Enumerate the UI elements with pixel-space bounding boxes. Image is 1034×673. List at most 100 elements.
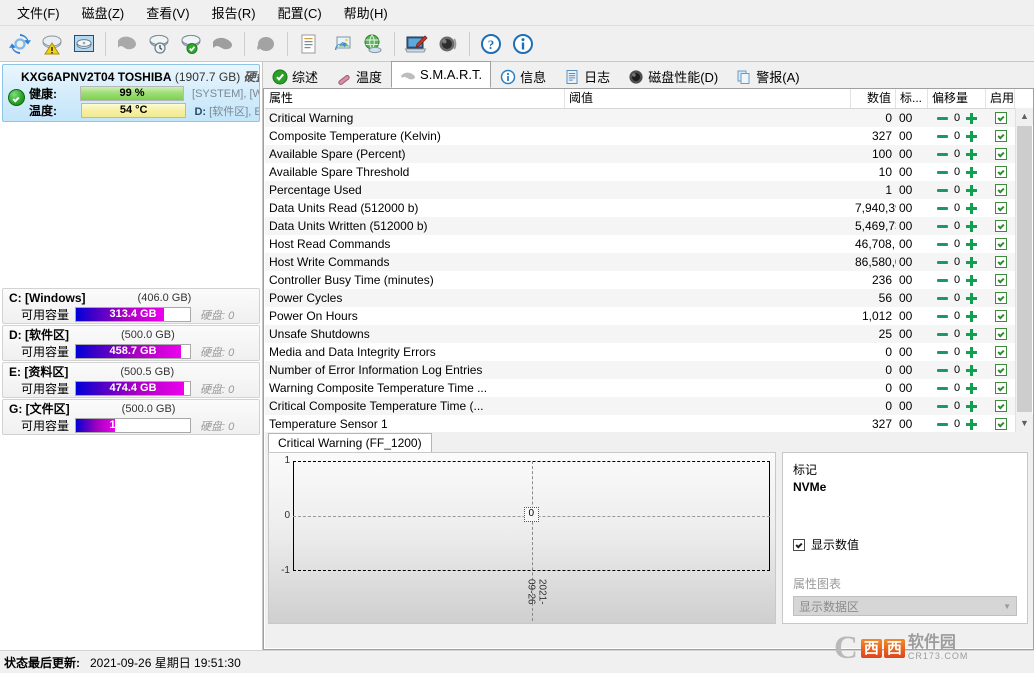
disk-summary-card[interactable]: KXG6APNV2T04 TOSHIBA (1907.7 GB) 硬盘 健康: … <box>2 64 260 122</box>
offset-decrement-button[interactable] <box>936 328 949 341</box>
table-row[interactable]: Warning Composite Temperature Time ...00… <box>265 379 1017 397</box>
offset-increment-button[interactable] <box>965 310 978 323</box>
table-row[interactable]: Number of Error Information Log Entries0… <box>265 361 1017 379</box>
volume-card[interactable]: G: [文件区](500.0 GB)可用容量172.4 GB硬盘: 0 <box>2 399 260 435</box>
volume-card[interactable]: E: [资料区](500.5 GB)可用容量474.4 GB硬盘: 0 <box>2 362 260 398</box>
menu-disk[interactable]: 磁盘(Z) <box>71 0 136 25</box>
table-row[interactable]: Percentage Used1000 <box>265 181 1017 199</box>
col-header-enabled[interactable]: 启用 <box>986 89 1015 108</box>
offset-decrement-button[interactable] <box>936 310 949 323</box>
menu-report[interactable]: 报告(R) <box>201 0 267 25</box>
disk-clock-button[interactable] <box>143 28 175 60</box>
scroll-up-button[interactable]: ▲ <box>1016 108 1033 125</box>
offset-decrement-button[interactable] <box>936 418 949 431</box>
offset-increment-button[interactable] <box>965 148 978 161</box>
offset-decrement-button[interactable] <box>936 130 949 143</box>
enabled-checkbox[interactable] <box>995 364 1007 376</box>
chart-tab[interactable]: Critical Warning (FF_1200) <box>268 433 432 452</box>
tab-overview[interactable]: 综述 <box>263 64 327 88</box>
offset-decrement-button[interactable] <box>936 166 949 179</box>
sphere-button[interactable] <box>432 28 464 60</box>
table-row[interactable]: Temperature Sensor 1327000 <box>265 415 1017 432</box>
offset-increment-button[interactable] <box>965 292 978 305</box>
disk-check-button[interactable] <box>175 28 207 60</box>
offset-decrement-button[interactable] <box>936 400 949 413</box>
offset-increment-button[interactable] <box>965 400 978 413</box>
table-row[interactable]: Critical Composite Temperature Time (...… <box>265 397 1017 415</box>
export-image-button[interactable] <box>325 28 357 60</box>
enabled-checkbox[interactable] <box>995 202 1007 214</box>
tab-log[interactable]: 日志 <box>555 64 619 88</box>
col-header-raw[interactable]: 标... <box>896 89 928 108</box>
disk-plain-button[interactable] <box>207 28 239 60</box>
offset-increment-button[interactable] <box>965 382 978 395</box>
scrollbar-thumb[interactable] <box>1017 126 1032 412</box>
enabled-checkbox[interactable] <box>995 256 1007 268</box>
enabled-checkbox[interactable] <box>995 292 1007 304</box>
offset-increment-button[interactable] <box>965 364 978 377</box>
data-area-combobox[interactable]: 显示数据区 ▼ <box>793 596 1017 616</box>
menu-help[interactable]: 帮助(H) <box>333 0 399 25</box>
table-row[interactable]: Critical Warning0000 <box>265 109 1017 127</box>
col-header-value[interactable]: 数值 <box>851 89 896 108</box>
globe-button[interactable] <box>357 28 389 60</box>
offset-increment-button[interactable] <box>965 328 978 341</box>
offset-increment-button[interactable] <box>965 202 978 215</box>
offset-increment-button[interactable] <box>965 238 978 251</box>
offset-increment-button[interactable] <box>965 418 978 431</box>
offset-decrement-button[interactable] <box>936 202 949 215</box>
offset-increment-button[interactable] <box>965 112 978 125</box>
enabled-checkbox[interactable] <box>995 184 1007 196</box>
table-row[interactable]: Data Units Written (512000 b)5,469,73200… <box>265 217 1017 235</box>
offset-decrement-button[interactable] <box>936 112 949 125</box>
menu-config[interactable]: 配置(C) <box>267 0 333 25</box>
offset-decrement-button[interactable] <box>936 382 949 395</box>
table-row[interactable]: Power On Hours1,012000 <box>265 307 1017 325</box>
disk-monitor-button[interactable] <box>68 28 100 60</box>
tab-performance[interactable]: 磁盘性能(D) <box>619 64 727 88</box>
menu-view[interactable]: 查看(V) <box>135 0 200 25</box>
tab-temperature[interactable]: 温度 <box>327 64 391 88</box>
enabled-checkbox[interactable] <box>995 148 1007 160</box>
enabled-checkbox[interactable] <box>995 382 1007 394</box>
enabled-checkbox[interactable] <box>995 400 1007 412</box>
table-row[interactable]: Host Write Commands86,580,023000 <box>265 253 1017 271</box>
col-header-offset[interactable]: 偏移量 <box>928 89 986 108</box>
col-header-threshold[interactable]: 阈值 <box>565 89 851 108</box>
volume-card[interactable]: C: [Windows](406.0 GB)可用容量313.4 GB硬盘: 0 <box>2 288 260 324</box>
offset-increment-button[interactable] <box>965 220 978 233</box>
offset-decrement-button[interactable] <box>936 184 949 197</box>
table-row[interactable]: Available Spare (Percent)100000 <box>265 145 1017 163</box>
offset-decrement-button[interactable] <box>936 274 949 287</box>
enabled-checkbox[interactable] <box>995 328 1007 340</box>
table-row[interactable]: Unsafe Shutdowns25000 <box>265 325 1017 343</box>
offset-increment-button[interactable] <box>965 184 978 197</box>
table-row[interactable]: Media and Data Integrity Errors0000 <box>265 343 1017 361</box>
enabled-checkbox[interactable] <box>995 112 1007 124</box>
offset-increment-button[interactable] <box>965 274 978 287</box>
volume-card[interactable]: D: [软件区](500.0 GB)可用容量458.7 GB硬盘: 0 <box>2 325 260 361</box>
tab-smart[interactable]: S.M.A.R.T. <box>391 61 491 88</box>
enabled-checkbox[interactable] <box>995 130 1007 142</box>
offset-decrement-button[interactable] <box>936 346 949 359</box>
laptop-edit-button[interactable] <box>400 28 432 60</box>
table-row[interactable]: Available Spare Threshold10000 <box>265 163 1017 181</box>
offset-increment-button[interactable] <box>965 130 978 143</box>
warning-disk-button[interactable] <box>36 28 68 60</box>
table-row[interactable]: Data Units Read (512000 b)7,940,393000 <box>265 199 1017 217</box>
menu-file[interactable]: 文件(F) <box>6 0 71 25</box>
col-header-attribute[interactable]: 属性 <box>265 89 565 108</box>
offset-increment-button[interactable] <box>965 166 978 179</box>
table-row[interactable]: Host Read Commands46,708,186000 <box>265 235 1017 253</box>
offset-decrement-button[interactable] <box>936 238 949 251</box>
scroll-down-button[interactable]: ▼ <box>1016 415 1033 432</box>
show-values-checkbox[interactable]: 显示数值 <box>793 536 1017 553</box>
enabled-checkbox[interactable] <box>995 274 1007 286</box>
enabled-checkbox[interactable] <box>995 310 1007 322</box>
table-row[interactable]: Controller Busy Time (minutes)236000 <box>265 271 1017 289</box>
enabled-checkbox[interactable] <box>995 346 1007 358</box>
offset-increment-button[interactable] <box>965 256 978 269</box>
enabled-checkbox[interactable] <box>995 418 1007 430</box>
tab-info[interactable]: 信息 <box>491 64 555 88</box>
tab-alert[interactable]: 警报(A) <box>727 64 808 88</box>
